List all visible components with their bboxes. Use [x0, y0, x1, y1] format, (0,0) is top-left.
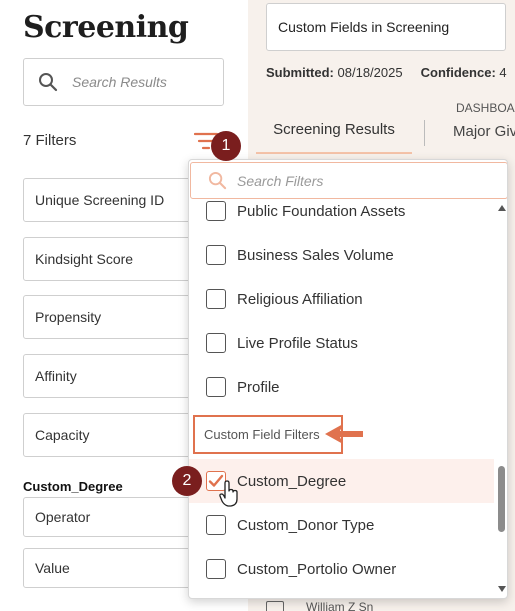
- filter-option[interactable]: Religious Affiliation: [189, 277, 494, 321]
- option-label: Custom_Degree: [237, 472, 347, 490]
- search-icon: [208, 171, 227, 190]
- option-label: Custom_Donor Type: [237, 516, 375, 534]
- checkbox[interactable]: [206, 559, 226, 579]
- custom-degree-label: Custom_Degree: [23, 479, 123, 494]
- filter-kindsight-score[interactable]: Kindsight Score: [23, 237, 198, 281]
- option-label: Live Profile Status: [237, 334, 358, 352]
- step-badge-2: 2: [172, 466, 202, 496]
- tab-screening-results[interactable]: Screening Results: [256, 106, 412, 154]
- scrollbar-thumb[interactable]: [498, 466, 505, 532]
- filter-unique-screening-id[interactable]: Unique Screening ID: [23, 178, 198, 222]
- filters-count: 7 Filters: [23, 132, 77, 149]
- custom-degree-operator[interactable]: Operator: [23, 497, 198, 537]
- row-checkbox[interactable]: [266, 600, 284, 611]
- checkbox[interactable]: [206, 289, 226, 309]
- filter-capacity[interactable]: Capacity: [23, 413, 198, 457]
- confidence-value: 4: [499, 65, 507, 80]
- filter-dropdown: Public Foundation Assets Business Sales …: [188, 159, 508, 599]
- submitted-label: Submitted:: [266, 65, 334, 80]
- dashboard-label: DASHBOA: [456, 101, 515, 115]
- search-results-input[interactable]: [72, 74, 212, 90]
- checkbox[interactable]: [206, 333, 226, 353]
- option-label: Business Sales Volume: [237, 246, 394, 264]
- checkbox[interactable]: [206, 201, 226, 221]
- search-filters-input[interactable]: [237, 172, 437, 189]
- submitted-value: 08/18/2025: [337, 65, 403, 80]
- search-icon: [39, 73, 58, 92]
- filter-option[interactable]: Live Profile Status: [189, 321, 494, 365]
- filter-option[interactable]: Business Sales Volume: [189, 233, 494, 277]
- filter-option-custom-portolio-owner[interactable]: Custom_Portolio Owner: [189, 547, 494, 591]
- checkbox[interactable]: [206, 377, 226, 397]
- hand-cursor-icon: [219, 480, 238, 507]
- filter-option[interactable]: Profile: [189, 365, 494, 409]
- checkbox[interactable]: [206, 515, 226, 535]
- filter-affinity[interactable]: Affinity: [23, 354, 198, 398]
- option-label: Profile: [237, 378, 280, 396]
- scroll-up-icon[interactable]: [497, 203, 507, 213]
- scroll-down-icon[interactable]: [497, 584, 507, 594]
- option-label: Custom_Portolio Owner: [237, 560, 397, 578]
- filter-option-custom-donor-type[interactable]: Custom_Donor Type: [189, 503, 494, 547]
- filter-option[interactable]: Public Foundation Assets: [189, 189, 494, 233]
- results-row-peek: William Z Sn: [266, 600, 373, 611]
- row-name: William Z Sn: [306, 600, 374, 611]
- filter-propensity[interactable]: Propensity: [23, 295, 198, 339]
- tab-major-giving[interactable]: Major Giv: [453, 123, 515, 140]
- option-label: Public Foundation Assets: [237, 202, 406, 220]
- step-badge-1: 1: [211, 131, 241, 161]
- custom-degree-value[interactable]: Value: [23, 548, 198, 588]
- page-title: Screening: [23, 10, 189, 45]
- custom-field-filters-header: Custom Field Filters: [193, 415, 343, 454]
- screening-name-field[interactable]: Custom Fields in Screening: [266, 3, 506, 51]
- search-results-field[interactable]: [23, 58, 224, 106]
- arrow-left-icon: [325, 424, 363, 444]
- confidence-label: Confidence:: [420, 65, 496, 80]
- screening-meta: Submitted: 08/18/2025 Confidence: 4: [266, 65, 507, 80]
- option-label: Religious Affiliation: [237, 290, 363, 308]
- tab-divider: [424, 120, 425, 146]
- checkbox[interactable]: [206, 245, 226, 265]
